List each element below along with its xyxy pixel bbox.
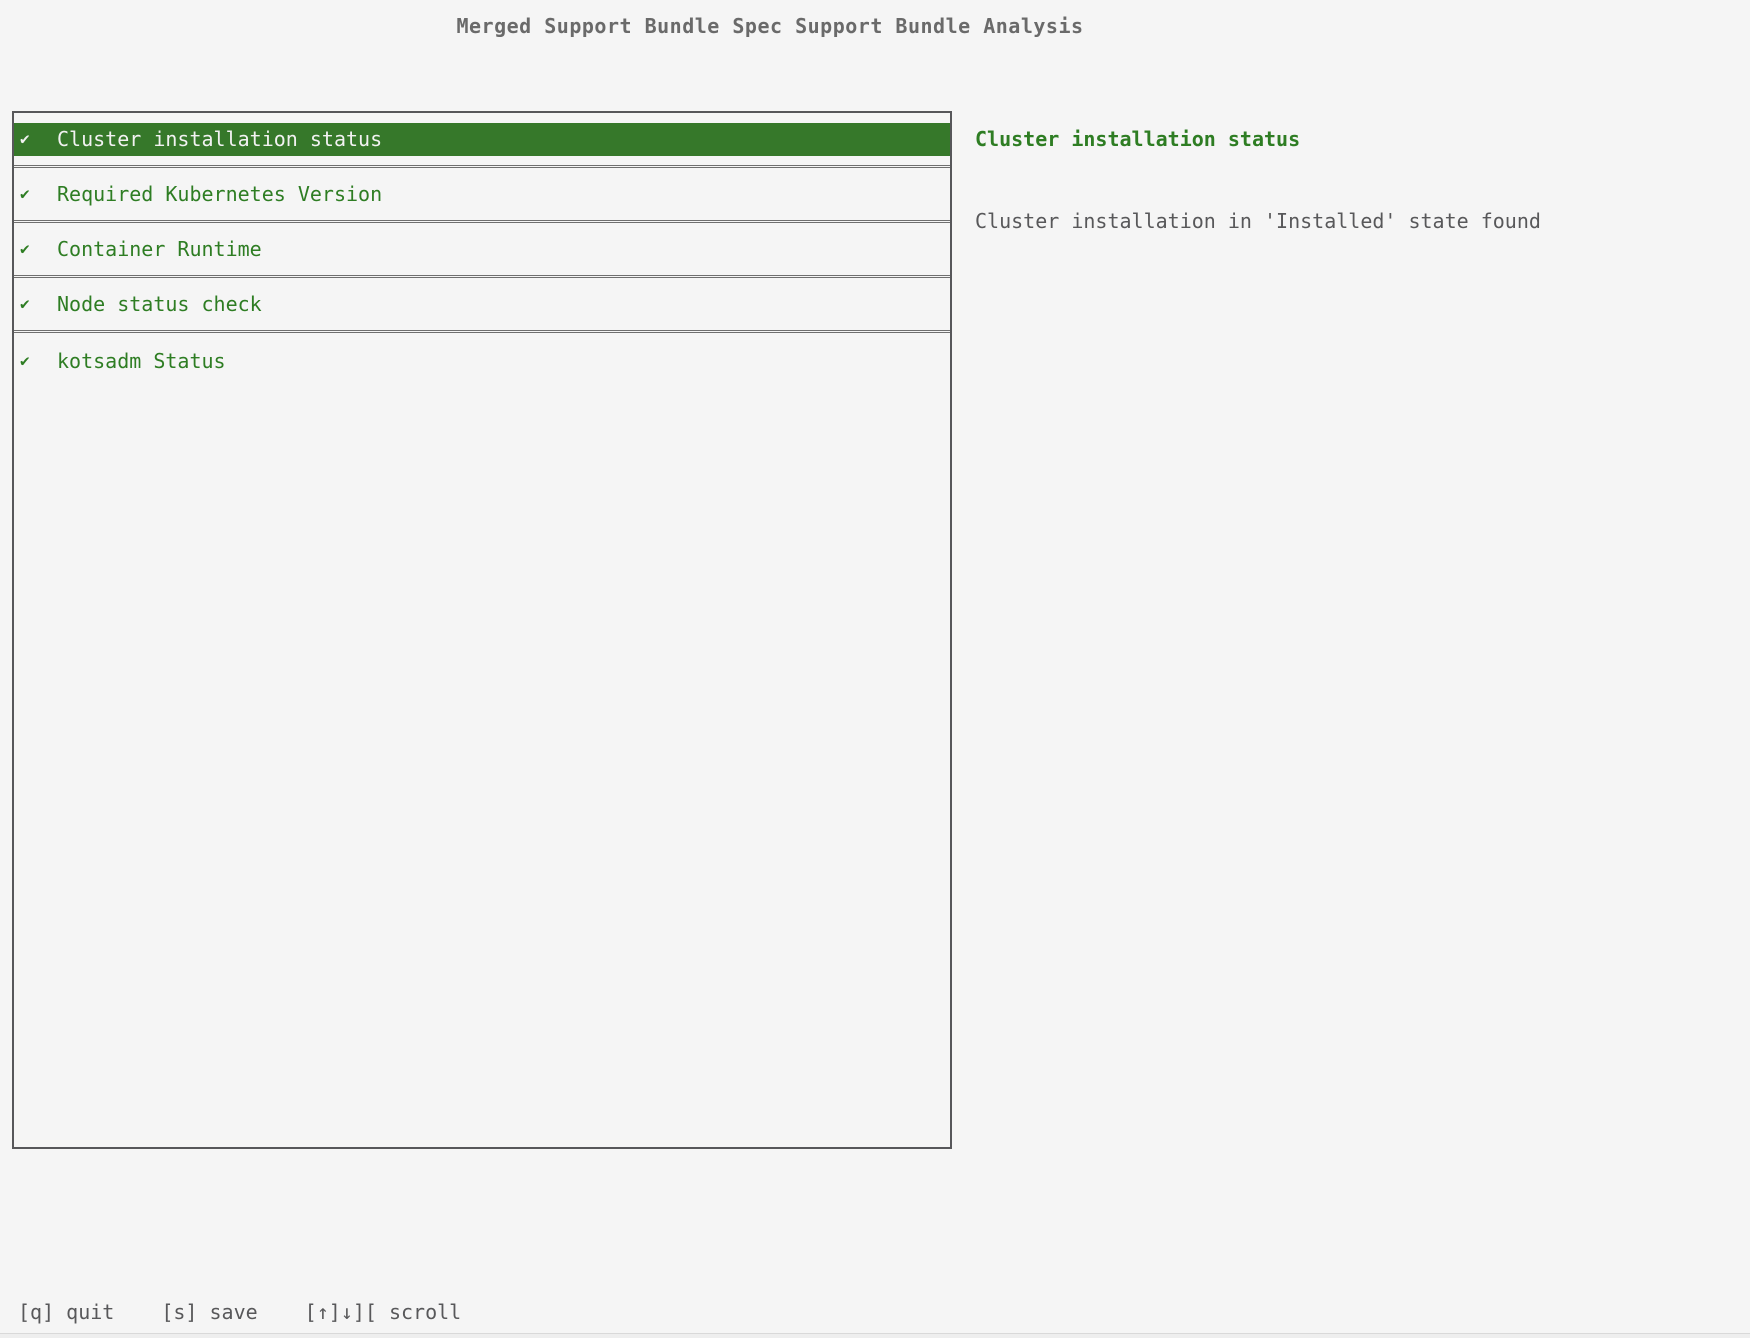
check-icon: ✔ — [20, 241, 33, 257]
page-title: Merged Support Bundle Spec Support Bundl… — [456, 13, 1083, 39]
check-icon: ✔ — [20, 296, 33, 312]
window-bottom-edge — [0, 1333, 1750, 1338]
list-item-label: Node status check — [57, 294, 262, 314]
list-item-container-runtime[interactable]: ✔ Container Runtime — [14, 223, 950, 278]
title-bar: Merged Support Bundle Spec Support Bundl… — [0, 13, 1540, 39]
list-item-label: Container Runtime — [57, 239, 262, 259]
list-item-cluster-installation-status[interactable]: ✔ Cluster installation status — [14, 113, 950, 168]
list-item-label: kotsadm Status — [57, 351, 226, 371]
list-item-required-kubernetes-version[interactable]: ✔ Required Kubernetes Version — [14, 168, 950, 223]
detail-message: Cluster installation in 'Installed' stat… — [975, 208, 1541, 234]
list-item-node-status-check[interactable]: ✔ Node status check — [14, 278, 950, 333]
detail-heading: Cluster installation status — [975, 126, 1300, 152]
footer-quit-key[interactable]: [q] quit — [18, 1298, 114, 1326]
check-icon: ✔ — [20, 131, 33, 147]
list-item-highlight: ✔ Cluster installation status — [14, 123, 950, 156]
check-icon: ✔ — [20, 186, 33, 202]
analyzer-results-list: ✔ Cluster installation status ✔ Required… — [12, 111, 952, 1149]
terminal-screen: Merged Support Bundle Spec Support Bundl… — [0, 0, 1750, 1338]
footer-scroll-key: [↑]↓][ scroll — [305, 1298, 462, 1326]
list-item-kotsadm-status[interactable]: ✔ kotsadm Status — [14, 333, 950, 388]
footer-save-key[interactable]: [s] save — [161, 1298, 257, 1326]
check-icon: ✔ — [20, 353, 33, 369]
footer-keybar: [q] quit [s] save [↑]↓][ scroll — [18, 1298, 461, 1326]
list-item-label: Required Kubernetes Version — [57, 184, 382, 204]
list-item-label: Cluster installation status — [57, 129, 382, 149]
